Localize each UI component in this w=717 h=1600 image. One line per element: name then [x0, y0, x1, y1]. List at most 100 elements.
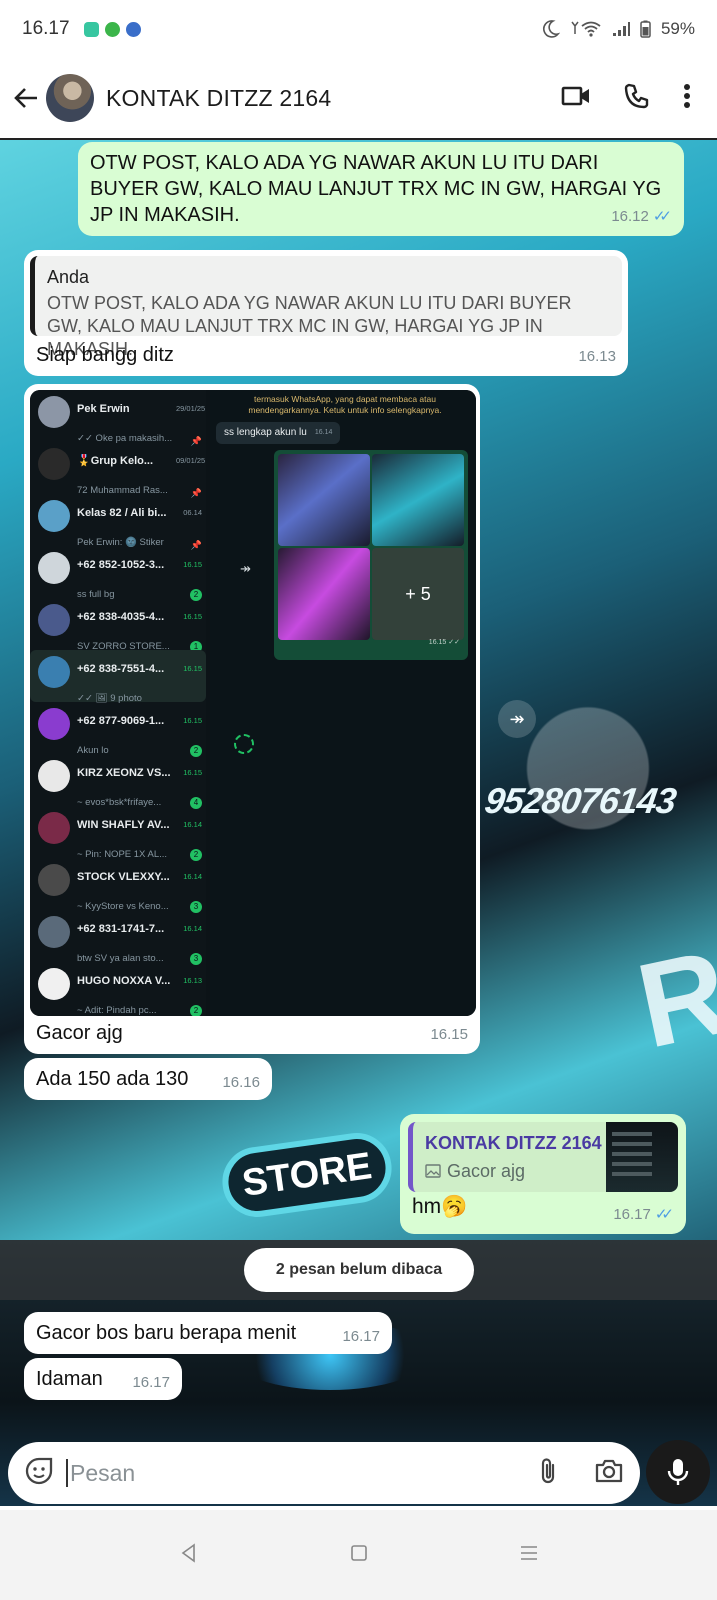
message-input[interactable]: Pesan: [70, 1460, 538, 1487]
status-indicators: 59%: [540, 19, 695, 39]
wallpaper-letters: R: [627, 924, 717, 1074]
photo-more-tile: + 5: [372, 548, 464, 640]
screenshot-chat-avatar: [38, 552, 70, 584]
wallpaper-store-logo: STORE: [217, 1128, 397, 1222]
screenshot-chat-row: +62 838-7551-4... ✓✓ 🖼 9 photo 16.15: [30, 650, 206, 704]
screenshot-chat-avatar: [38, 916, 70, 948]
screenshot-chat-name: Pek Erwin: [77, 403, 130, 415]
microphone-icon: [667, 1459, 689, 1485]
screenshot-photo-grid: + 5 16.15 ✓✓: [274, 450, 468, 660]
screenshot-chat-avatar: [38, 604, 70, 636]
screenshot-chat-name: STOCK VLEXXY...: [77, 871, 170, 883]
message-incoming-image[interactable]: Pek Erwin ✓✓ Oke pa makasih... 29/01/25 📌 🎖️…: [24, 384, 480, 1054]
unread-messages-banner: 2 pesan belum dibaca: [244, 1248, 474, 1292]
status-bar: 16.17 59%: [0, 0, 717, 58]
reply-text: Gacor ajg: [447, 1161, 526, 1181]
battery-percentage: 59%: [660, 19, 695, 38]
screenshot-chat-name: WIN SHAFLY AV...: [77, 819, 170, 831]
contact-avatar[interactable]: [46, 74, 94, 122]
attach-button[interactable]: [538, 1456, 558, 1491]
more-options-button[interactable]: [683, 83, 691, 114]
sticker-button[interactable]: [24, 1456, 54, 1491]
message-input-bar[interactable]: Pesan: [8, 1442, 640, 1504]
quoted-message[interactable]: Anda OTW POST, KALO ADA YG NAWAR AKUN LU…: [30, 256, 622, 359]
video-call-button[interactable]: [561, 85, 591, 112]
screenshot-chat-avatar: [38, 448, 70, 480]
screenshot-chat-row: +62 877-9069-1... Akun lo 16.15 2: [30, 702, 206, 757]
image-caption: Gacor ajg: [36, 1022, 123, 1044]
read-receipt-icon: ✓✓: [652, 208, 672, 225]
screenshot-chat-time: 06.14: [183, 508, 202, 517]
message-outgoing[interactable]: OTW POST, KALO ADA YG NAWAR AKUN LU ITU …: [78, 142, 684, 236]
message-meta: 16.15: [430, 1022, 468, 1048]
screenshot-image[interactable]: Pek Erwin ✓✓ Oke pa makasih... 29/01/25 📌 🎖️…: [30, 390, 476, 1016]
screenshot-chat-time: 16.15: [183, 768, 202, 777]
forward-button[interactable]: ↠: [498, 700, 536, 738]
screenshot-chat-row: 🎖️Grup Kelo... 72 Muhammad Ras... 09/01/25…: [30, 442, 206, 498]
system-navigation-bar: [0, 1510, 717, 1600]
nav-back-button[interactable]: [179, 1542, 199, 1568]
image-icon: [425, 1164, 441, 1178]
nav-home-button[interactable]: [349, 1543, 369, 1568]
message-meta: 16.12 ✓✓: [611, 204, 672, 230]
screenshot-chat-row: KIRZ XEONZ VS... ~ evos*bsk*frifaye... 16.…: [30, 754, 206, 809]
screenshot-chat-row: WIN SHAFLY AV... ~ Pin: NOPE 1X AL... 16.1…: [30, 806, 206, 861]
screenshot-chat-time: 16.15: [183, 664, 202, 673]
message-incoming[interactable]: Anda OTW POST, KALO ADA YG NAWAR AKUN LU…: [24, 250, 628, 376]
screenshot-chat-time: 16.15: [183, 716, 202, 725]
screenshot-chat-name: Kelas 82 / Ali bi...: [77, 507, 167, 519]
app-notification-icon: [125, 21, 141, 37]
message-time: 16.12: [611, 208, 649, 225]
screenshot-chat-row: Kelas 82 / Ali bi... Pek Erwin: 🌚 Stiker 0…: [30, 494, 206, 550]
screenshot-chat-time: 16.14: [183, 924, 202, 933]
app-notification-icon: [83, 21, 99, 37]
message-outgoing[interactable]: KONTAK DITZZ 2164 Gacor ajg hm🥱 16.17 ✓✓: [400, 1114, 686, 1234]
message-incoming[interactable]: Ada 150 ada 130 16.16: [24, 1058, 272, 1100]
photo-tile: [372, 454, 464, 546]
message-text: Siap bangg ditz: [36, 344, 174, 366]
wallpaper-number: 9528076143: [482, 780, 679, 821]
screenshot-chat-name: 🎖️Grup Kelo...: [77, 455, 154, 467]
screenshot-chat-time: 16.14: [183, 872, 202, 881]
back-button[interactable]: [6, 78, 46, 118]
screenshot-chat-row: HUGO NOXXA V... ~ Adit: Pindah pc... 16.13…: [30, 962, 206, 1016]
screenshot-chat-name: HUGO NOXXA V...: [77, 975, 171, 987]
message-incoming[interactable]: Gacor bos baru berapa menit 16.17: [24, 1312, 392, 1354]
message-time: 16.17: [132, 1374, 170, 1391]
voice-message-button[interactable]: [646, 1440, 710, 1504]
message-text: Idaman: [36, 1368, 103, 1390]
screenshot-chat-name: +62 877-9069-1...: [77, 715, 165, 727]
screenshot-chat-row: +62 831-1741-7... btw SV ya alan sto... 16…: [30, 910, 206, 965]
screenshot-chat-preview: ~ Adit: Pindah pc...: [77, 1005, 157, 1016]
square-home-icon: [350, 1544, 367, 1561]
message-text: Ada 150 ada 130: [36, 1068, 189, 1090]
contact-name[interactable]: KONTAK DITZZ 2164: [106, 85, 331, 112]
screenshot-chat-row: STOCK VLEXXY... ~ KyyStore vs Keno... 16.1…: [30, 858, 206, 913]
reply-author: KONTAK DITZZ 2164: [425, 1133, 602, 1153]
screenshot-chat-time: 09/01/25: [176, 456, 206, 465]
chat-area[interactable]: 9528076143 R STORE OTW POST, KALO ADA YG…: [0, 140, 717, 1506]
screenshot-chat-name: +62 838-7551-4...: [77, 663, 165, 675]
screenshot-notice: termasuk WhatsApp, yang dapat membaca at…: [248, 394, 442, 415]
sticker-icon: [25, 1457, 53, 1484]
photo-tile: [278, 548, 370, 640]
voice-call-button[interactable]: [623, 82, 651, 115]
message-meta: 16.17: [342, 1324, 380, 1350]
message-incoming[interactable]: Idaman 16.17: [24, 1358, 182, 1400]
camera-button[interactable]: [594, 1458, 624, 1489]
arrow-left-icon: [14, 88, 37, 108]
message-text: Gacor bos baru berapa menit: [36, 1322, 297, 1344]
nav-recents-button[interactable]: [519, 1543, 539, 1568]
reply-preview[interactable]: KONTAK DITZZ 2164 Gacor ajg: [408, 1122, 678, 1192]
moon-icon: [543, 20, 560, 38]
message-text: hm🥱: [412, 1195, 468, 1218]
menu-lines-icon: [520, 1545, 537, 1560]
phone-icon: [624, 83, 649, 108]
screenshot-message-text: ss lengkap akun lu: [224, 427, 307, 438]
unread-badge: 2: [190, 1005, 202, 1016]
chat-header: KONTAK DITZZ 2164: [0, 58, 717, 140]
screenshot-chat-row: Pek Erwin ✓✓ Oke pa makasih... 29/01/25 📌: [30, 390, 206, 446]
message-time: 16.13: [578, 348, 616, 365]
screenshot-chat-time: 16.15: [183, 560, 202, 569]
forward-icon: ↠: [240, 561, 251, 576]
